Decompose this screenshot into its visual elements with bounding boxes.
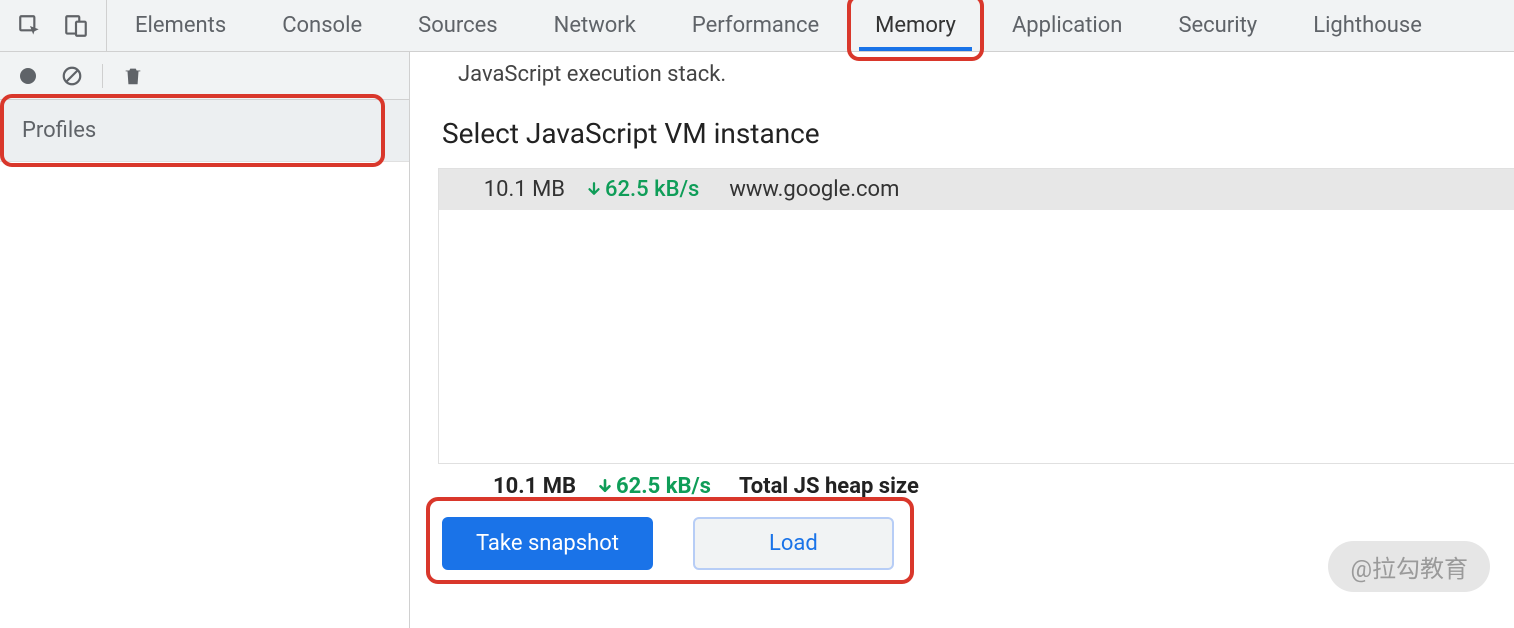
clear-icon[interactable] <box>58 62 86 90</box>
vm-host: www.google.com <box>719 177 899 202</box>
delete-icon[interactable] <box>119 62 147 90</box>
tab-memory[interactable]: Memory <box>847 0 984 51</box>
description-partial: JavaScript execution stack. <box>410 56 1514 93</box>
sidebar-header-label: Profiles <box>22 118 96 143</box>
vm-size: 10.1 MB <box>475 177 565 202</box>
tab-lighthouse[interactable]: Lighthouse <box>1285 0 1450 51</box>
body-area: Profiles JavaScript execution stack. Sel… <box>0 52 1514 628</box>
inspect-element-icon[interactable] <box>16 12 44 40</box>
record-icon[interactable] <box>14 62 42 90</box>
vm-rate-value: 62.5 kB/s <box>605 177 699 202</box>
tab-application[interactable]: Application <box>984 0 1150 51</box>
vm-section-title: Select JavaScript VM instance <box>438 93 1514 168</box>
device-toolbar-icon[interactable] <box>62 12 90 40</box>
tab-label: Performance <box>692 13 819 38</box>
tab-sources[interactable]: Sources <box>390 0 526 51</box>
tab-label: Network <box>554 13 636 38</box>
sidebar-toolbar <box>0 52 409 100</box>
main-inner: Select JavaScript VM instance 10.1 MB 62… <box>410 93 1514 570</box>
tab-label: Sources <box>418 13 498 38</box>
tab-performance[interactable]: Performance <box>664 0 847 51</box>
tab-label: Console <box>282 13 362 38</box>
tabbar-left-icons <box>0 0 107 51</box>
tab-label: Security <box>1178 13 1257 38</box>
tab-label: Lighthouse <box>1313 13 1422 38</box>
arrow-down-icon <box>585 181 603 199</box>
totals-label: Total JS heap size <box>731 474 919 499</box>
take-snapshot-button[interactable]: Take snapshot <box>442 517 653 570</box>
devtools-tabs: Elements Console Sources Network Perform… <box>107 0 1450 51</box>
total-rate-value: 62.5 kB/s <box>616 474 711 499</box>
profiles-sidebar: Profiles <box>0 52 410 628</box>
watermark: @拉勾教育 <box>1328 541 1490 592</box>
tab-label: Memory <box>875 13 956 38</box>
sidebar-header-profiles[interactable]: Profiles <box>0 100 409 162</box>
tab-console[interactable]: Console <box>254 0 390 51</box>
tab-label: Application <box>1012 13 1122 38</box>
devtools-tabbar: Elements Console Sources Network Perform… <box>0 0 1514 52</box>
tab-label: Elements <box>135 13 226 38</box>
tab-network[interactable]: Network <box>526 0 664 51</box>
total-size: 10.1 MB <box>486 474 576 499</box>
vm-instance-list: 10.1 MB 62.5 kB/s www.google.com <box>438 168 1514 464</box>
arrow-down-icon <box>596 478 614 496</box>
total-rate: 62.5 kB/s <box>596 474 711 499</box>
vm-instance-row[interactable]: 10.1 MB 62.5 kB/s www.google.com <box>439 169 1514 210</box>
memory-main-panel: JavaScript execution stack. Select JavaS… <box>410 52 1514 628</box>
action-buttons: Take snapshot Load <box>438 503 898 570</box>
tab-elements[interactable]: Elements <box>107 0 254 51</box>
toolbar-separator <box>102 64 103 88</box>
tab-security[interactable]: Security <box>1150 0 1285 51</box>
totals-row: 10.1 MB 62.5 kB/s Total JS heap size <box>438 464 1514 503</box>
vm-rate: 62.5 kB/s <box>585 177 699 202</box>
load-button[interactable]: Load <box>693 517 894 570</box>
